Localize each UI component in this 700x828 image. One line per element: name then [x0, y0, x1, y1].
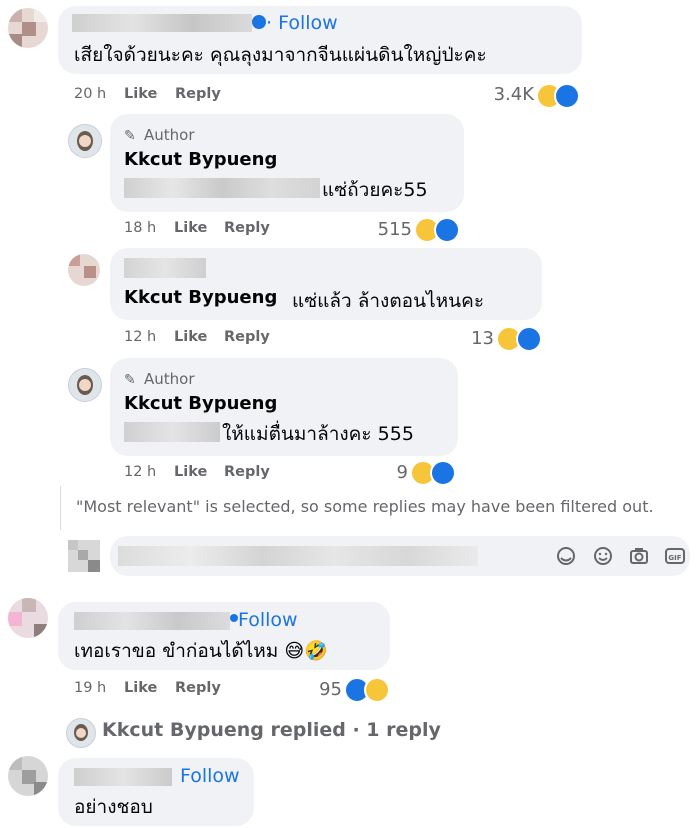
filter-notice: "Most relevant" is selected, so some rep…: [76, 497, 654, 516]
commenter-name[interactable]: Kkcut Bypueng: [124, 393, 277, 414]
reaction-count[interactable]: 9: [380, 462, 408, 483]
reaction-count[interactable]: 515: [360, 219, 412, 240]
blurred-input-text: [118, 546, 478, 566]
reaction-count[interactable]: 3.4K: [480, 84, 534, 105]
like-button[interactable]: Like: [174, 329, 207, 345]
reply-text: แซ่แล้ว ล้างตอนไหนคะ: [292, 290, 485, 312]
reply-button[interactable]: Reply: [224, 220, 270, 236]
like-button[interactable]: Like: [174, 220, 207, 236]
verified-icon: [230, 614, 238, 622]
blurred-mention: [124, 178, 320, 198]
pencil-icon: ✎: [124, 128, 136, 144]
replier-avatar: [66, 718, 96, 748]
follow-link[interactable]: Follow: [180, 765, 240, 787]
author-avatar[interactable]: [68, 368, 102, 402]
follow-link[interactable]: Follow: [238, 609, 298, 631]
svg-text:GIF: GIF: [668, 554, 681, 562]
reply-text: แซ่ถ้วยคะ55: [322, 179, 428, 201]
author-label: Author: [144, 126, 195, 144]
reaction-count[interactable]: 13: [450, 328, 494, 349]
verified-icon: [252, 15, 266, 29]
like-button[interactable]: Like: [174, 464, 207, 480]
like-reaction-icon: [554, 83, 580, 109]
reply-text: ให้แม่ตื่นมาล้างคะ 555: [222, 423, 414, 445]
avatar[interactable]: [68, 254, 100, 286]
gif-icon[interactable]: GIF: [664, 545, 686, 567]
follow-link[interactable]: · Follow: [266, 12, 338, 34]
like-reaction-icon: [430, 460, 456, 486]
commenter-name[interactable]: Kkcut Bypueng: [124, 149, 277, 170]
comment-text: เทอเราขอ ขำก่อนได้ไหม 😅🤣: [74, 640, 328, 662]
comment-text: เสียใจด้วยนะคะ คุณลุงมาจากจีนแผ่นดินใหญ่…: [74, 44, 487, 66]
reply-button[interactable]: Reply: [175, 86, 221, 102]
blurred-name: [74, 612, 230, 630]
commenter-name[interactable]: Kkcut Bypueng: [124, 287, 277, 308]
like-reaction-icon: [434, 217, 460, 243]
avatar[interactable]: [8, 756, 48, 796]
blurred-mention: [124, 422, 220, 442]
blurred-name: [74, 768, 172, 786]
reply-button[interactable]: Reply: [175, 680, 221, 696]
comment-text: อย่างชอบ: [74, 796, 153, 818]
timestamp[interactable]: 12 h: [124, 464, 156, 480]
camera-icon[interactable]: [628, 545, 650, 567]
blurred-name: [72, 14, 252, 32]
reaction-count[interactable]: 95: [308, 679, 342, 700]
reply-button[interactable]: Reply: [224, 464, 270, 480]
timestamp[interactable]: 20 h: [74, 86, 106, 102]
like-button[interactable]: Like: [124, 680, 157, 696]
reply-button[interactable]: Reply: [224, 329, 270, 345]
haha-reaction-icon: [364, 677, 390, 703]
like-reaction-icon: [516, 326, 542, 352]
like-button[interactable]: Like: [124, 86, 157, 102]
avatar[interactable]: [8, 8, 48, 48]
timestamp[interactable]: 12 h: [124, 329, 156, 345]
pencil-icon: ✎: [124, 372, 136, 388]
thread-line: [60, 486, 61, 530]
blurred-name: [124, 258, 206, 278]
avatar[interactable]: [8, 598, 48, 638]
replied-text[interactable]: Kkcut Bypueng replied · 1 reply: [102, 719, 441, 741]
author-avatar[interactable]: [68, 124, 102, 158]
emoji-icon[interactable]: [592, 545, 614, 567]
avatar-sticker-icon[interactable]: [555, 545, 577, 567]
timestamp[interactable]: 18 h: [124, 220, 156, 236]
author-label: Author: [144, 370, 195, 388]
my-avatar[interactable]: [68, 540, 100, 572]
timestamp[interactable]: 19 h: [74, 680, 106, 696]
